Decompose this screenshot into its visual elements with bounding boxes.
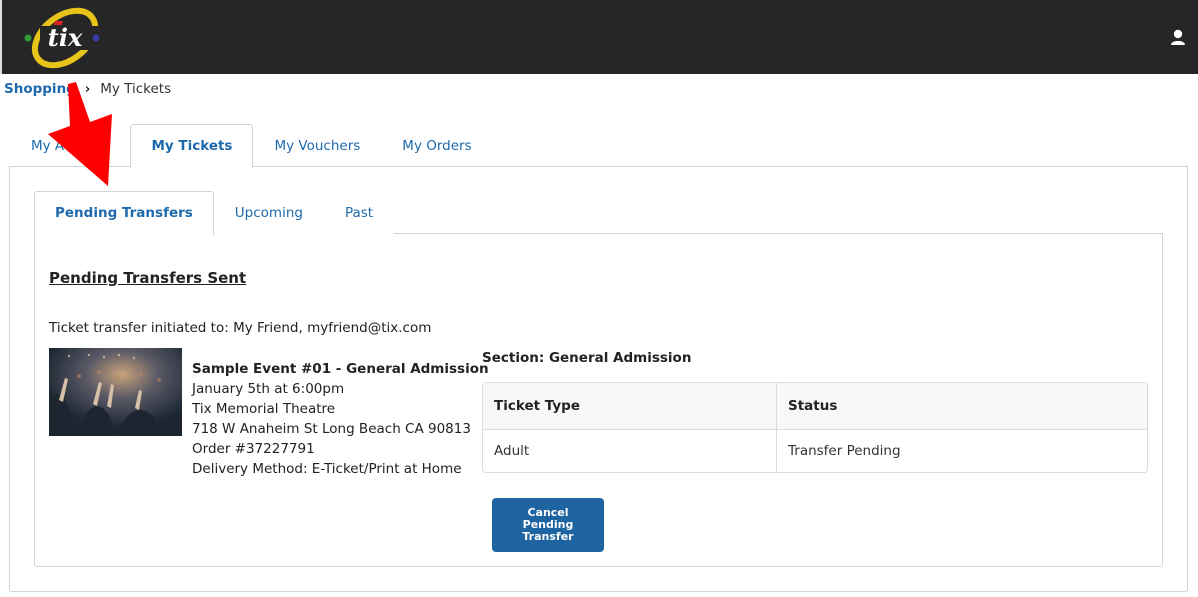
ticket-table: Ticket Type Status Adult Transfer Pendin… xyxy=(482,382,1148,473)
pending-transfers-heading: Pending Transfers Sent xyxy=(49,269,247,287)
tab-my-tickets[interactable]: My Tickets xyxy=(130,124,254,168)
event-title: Sample Event #01 - General Admission xyxy=(192,361,489,377)
breadcrumb-shopping-link[interactable]: Shopping xyxy=(4,81,76,97)
event-venue: Tix Memorial Theatre xyxy=(192,401,336,417)
section-label: Section: General Admission xyxy=(482,350,692,366)
column-header-status: Status xyxy=(777,383,1147,430)
event-image xyxy=(49,348,182,436)
top-navigation-bar: tix xyxy=(0,0,1198,74)
cancel-pending-transfer-button[interactable]: Cancel Pending Transfer xyxy=(492,498,604,552)
tab-my-account[interactable]: My Account xyxy=(10,124,131,167)
concert-crowd-image xyxy=(49,348,182,436)
chevron-right-icon: › xyxy=(84,81,91,97)
ticket-tabs: Pending Transfers Upcoming Past xyxy=(34,191,395,235)
tab-past[interactable]: Past xyxy=(323,191,395,234)
tix-logo[interactable]: tix xyxy=(20,2,110,72)
table-row: Adult Transfer Pending xyxy=(483,430,1147,472)
column-header-ticket-type: Ticket Type xyxy=(483,383,777,430)
user-icon[interactable] xyxy=(1169,28,1187,46)
order-number: Order #37227791 xyxy=(192,441,315,457)
event-address: 718 W Anaheim St Long Beach CA 90813 xyxy=(192,421,471,437)
tab-my-vouchers[interactable]: My Vouchers xyxy=(253,124,382,167)
breadcrumb-current: My Tickets xyxy=(100,81,172,97)
tab-pending-transfers[interactable]: Pending Transfers xyxy=(34,191,214,235)
tab-my-orders[interactable]: My Orders xyxy=(381,124,493,167)
transfer-recipient-text: Ticket transfer initiated to: My Friend,… xyxy=(49,320,432,336)
logo-text: tix xyxy=(48,23,83,52)
account-tabs: My Account My Tickets My Vouchers My Ord… xyxy=(10,124,493,168)
event-details: Sample Event #01 - General Admission Jan… xyxy=(192,359,489,479)
table-header-row: Ticket Type Status xyxy=(483,383,1147,430)
event-date: January 5th at 6:00pm xyxy=(192,381,345,397)
delivery-method: Delivery Method: E-Ticket/Print at Home xyxy=(192,461,462,477)
ticket-type-cell: Adult xyxy=(483,430,777,472)
breadcrumb: Shopping › My Tickets xyxy=(4,81,171,97)
tab-upcoming[interactable]: Upcoming xyxy=(213,191,324,234)
status-cell: Transfer Pending xyxy=(788,443,901,459)
